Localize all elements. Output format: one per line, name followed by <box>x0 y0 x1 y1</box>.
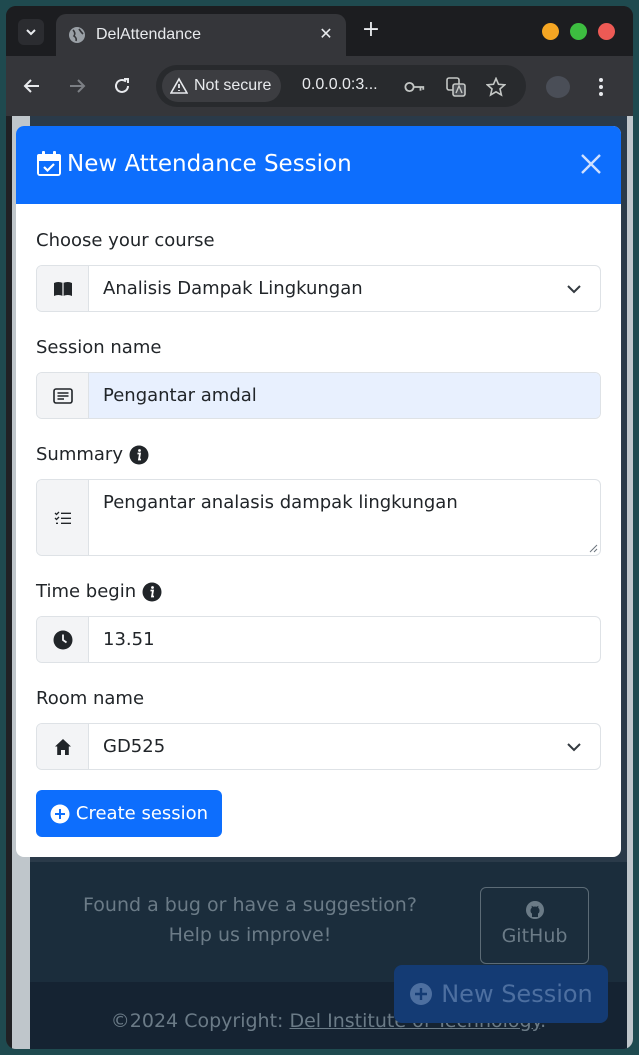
new-session-modal: New Attendance Session Choose your cours… <box>16 126 621 857</box>
info-icon[interactable] <box>142 582 162 602</box>
arrow-right-icon <box>70 79 86 93</box>
translate-icon[interactable] <box>445 76 467 98</box>
footer-feedback: Found a bug or have a suggestion? Help u… <box>30 862 627 982</box>
warning-icon <box>170 77 188 94</box>
house-icon <box>37 724 89 769</box>
maximize-button[interactable] <box>570 23 587 40</box>
modal-title: New Attendance Session <box>67 151 352 177</box>
time-label: Time begin <box>36 581 162 602</box>
back-button[interactable] <box>18 72 46 100</box>
chevron-down-icon <box>26 29 36 36</box>
kebab-menu-icon <box>599 78 603 96</box>
course-label: Choose your course <box>36 230 215 251</box>
url-text: 0.0.0.0:3... <box>302 76 378 93</box>
tab-bar: DelAttendance ✕ + <box>6 6 633 56</box>
time-value: 13.51 <box>103 629 155 650</box>
chevron-down-icon <box>567 284 581 293</box>
room-select[interactable]: GD525 <box>36 723 601 770</box>
summary-value: Pengantar analasis dampak lingkungan <box>103 492 458 513</box>
list-check-icon <box>37 480 89 555</box>
session-name-input[interactable]: Pengantar amdal <box>36 372 601 419</box>
profile-avatar[interactable] <box>546 76 570 98</box>
arrow-left-icon <box>23 79 39 93</box>
create-session-button[interactable]: Create session <box>36 790 222 837</box>
summary-textarea[interactable]: Pengantar analasis dampak lingkungan <box>36 479 601 556</box>
room-label: Room name <box>36 688 145 709</box>
github-icon <box>525 901 544 919</box>
summary-label: Summary <box>36 444 149 465</box>
plus-circle-icon <box>410 983 433 1005</box>
github-button[interactable]: GitHub <box>480 887 589 964</box>
plus-circle-icon <box>50 804 70 823</box>
close-icon[interactable] <box>578 151 604 177</box>
time-input[interactable]: 13.51 <box>36 616 601 663</box>
course-value: Analisis Dampak Lingkungan <box>103 278 363 299</box>
modal-header: New Attendance Session <box>16 126 621 204</box>
minimize-button[interactable] <box>542 23 559 40</box>
calendar-check-icon <box>37 151 61 176</box>
resize-handle-icon[interactable] <box>588 543 598 553</box>
globe-icon <box>69 27 85 43</box>
copyright-prefix: ©2024 Copyright: <box>110 1010 290 1032</box>
text-lines-icon <box>37 373 89 418</box>
github-label: GitHub <box>501 925 568 947</box>
browser-toolbar: Not secure 0.0.0.0:3... <box>6 56 633 116</box>
tab-search-button[interactable] <box>18 19 44 45</box>
star-icon[interactable] <box>485 76 507 98</box>
session-label: Session name <box>36 337 162 358</box>
close-tab-icon[interactable]: ✕ <box>316 24 336 44</box>
new-tab-button[interactable]: + <box>358 18 384 44</box>
chevron-down-icon <box>567 742 581 751</box>
footer-text: Found a bug or have a suggestion? Help u… <box>83 894 417 946</box>
reload-icon <box>115 78 129 93</box>
new-session-fab[interactable]: New Session <box>394 965 608 1023</box>
info-icon[interactable] <box>129 445 149 465</box>
create-session-label: Create session <box>75 803 209 824</box>
address-bar[interactable]: Not secure 0.0.0.0:3... <box>156 65 526 107</box>
fab-label: New Session <box>441 980 593 1008</box>
key-icon[interactable] <box>404 76 426 98</box>
course-select[interactable]: Analisis Dampak Lingkungan <box>36 265 601 312</box>
browser-menu-button[interactable] <box>596 74 606 100</box>
close-window-button[interactable] <box>598 23 615 40</box>
room-value: GD525 <box>103 736 166 757</box>
browser-tab[interactable]: DelAttendance ✕ <box>56 14 346 56</box>
book-icon <box>37 266 89 311</box>
reload-button[interactable] <box>108 72 136 100</box>
clock-icon <box>37 617 89 662</box>
security-chip-label: Not secure <box>194 77 272 94</box>
forward-button[interactable] <box>63 72 91 100</box>
security-chip[interactable]: Not secure <box>162 70 282 102</box>
session-name-value: Pengantar amdal <box>89 373 600 418</box>
tab-title: DelAttendance <box>96 26 201 43</box>
